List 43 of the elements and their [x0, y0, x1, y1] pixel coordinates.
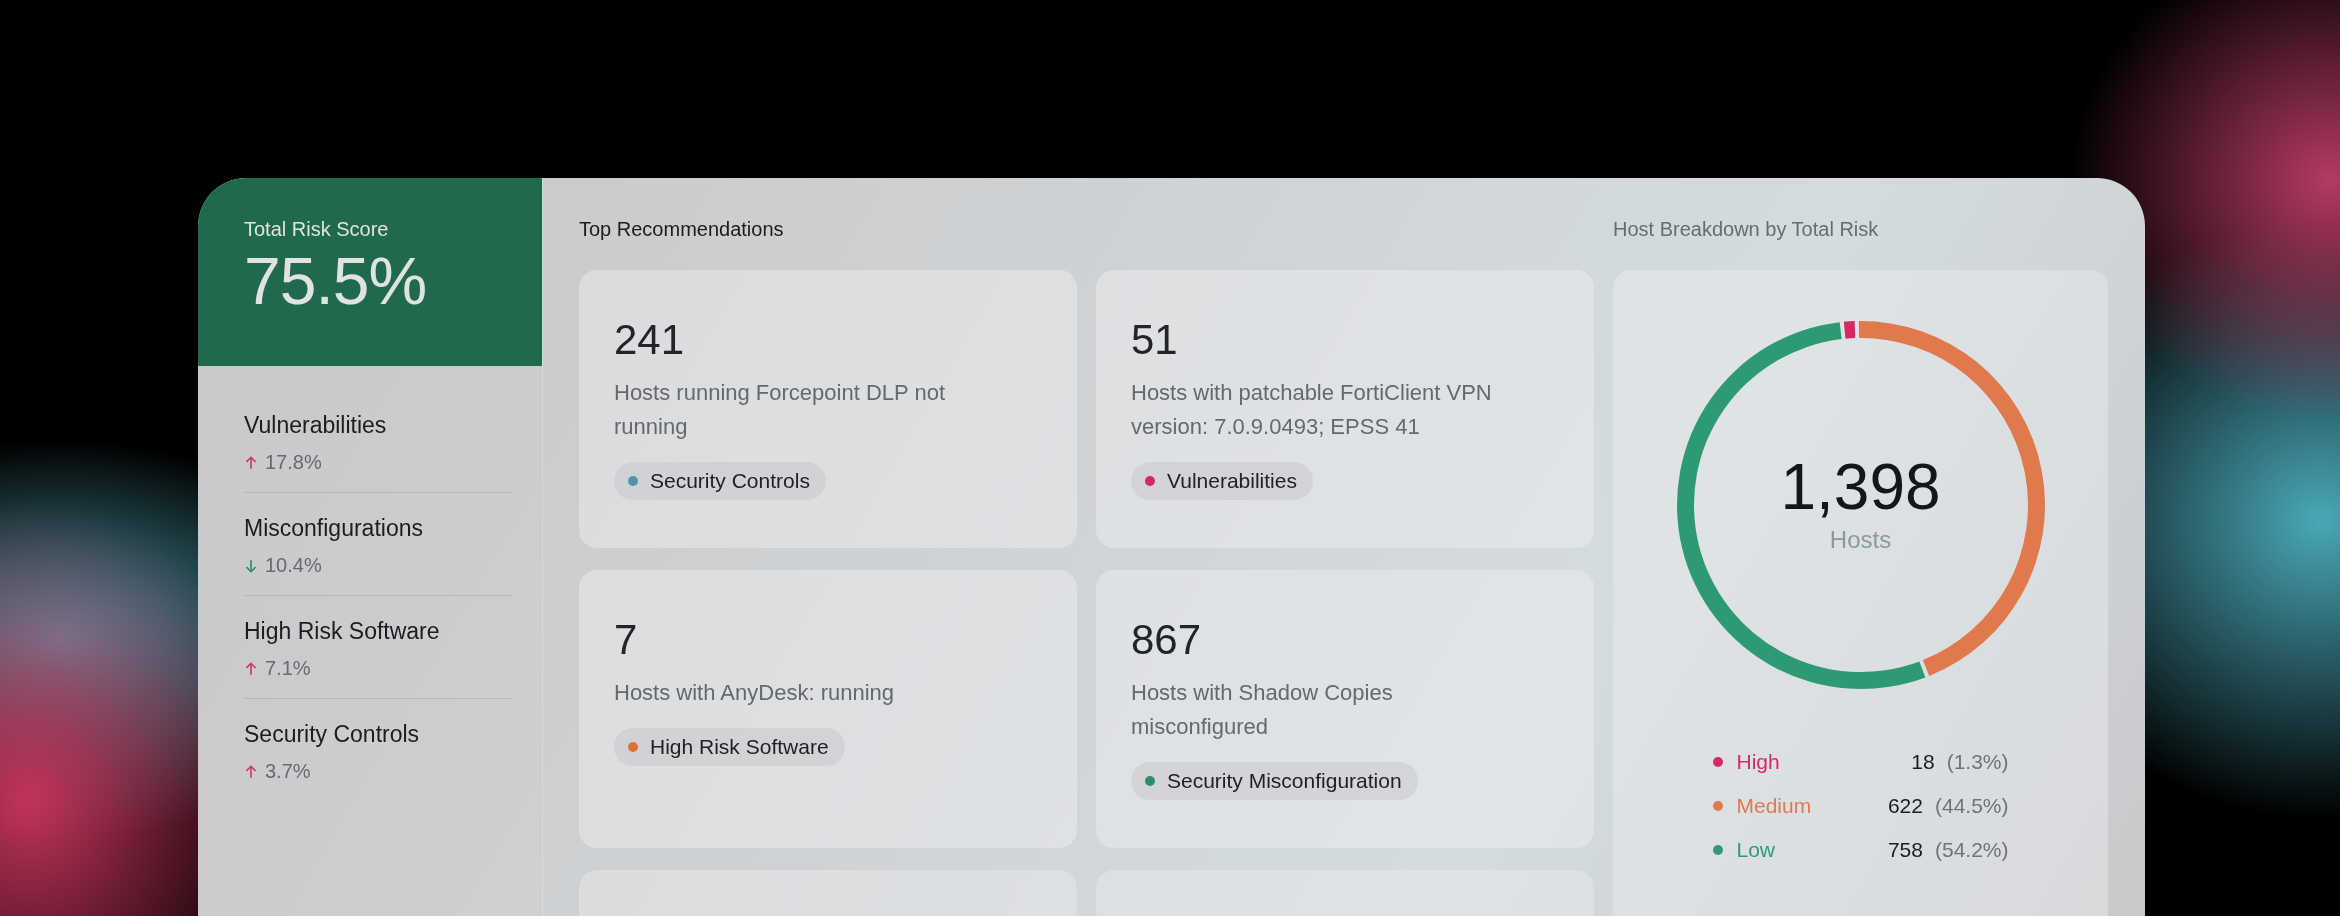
section-title: Top Recommendations: [579, 218, 784, 240]
host-count: 867: [1131, 616, 1202, 664]
change-value: 17.8%: [265, 451, 322, 474]
arrow-down-icon: [244, 557, 258, 574]
arrow-up-icon: [244, 763, 258, 780]
legend-percent: (54.2%): [1934, 838, 2009, 862]
legend-percent: (1.3%): [1946, 750, 2009, 774]
category-label: Security Controls: [244, 721, 420, 748]
recommendation-text: Hosts with Shadow Copies misconfigured: [1131, 679, 1394, 741]
recommendation-card[interactable]: 867 Hosts with Shadow Copies misconfigured Security Misconfiguration: [1096, 570, 1594, 848]
risk-score-value: 75.5%: [244, 243, 427, 319]
change-value: 3.7%: [265, 760, 311, 783]
legend-label: Low: [1736, 838, 1777, 862]
host-count: 7: [614, 616, 638, 664]
recommendation-text: Hosts with AnyDesk: running: [614, 679, 895, 707]
legend-label: Medium: [1736, 794, 1813, 818]
category-tag: Security Controls: [614, 462, 826, 500]
total-hosts-label: Hosts: [1829, 526, 1892, 554]
risk-score-label: Total Risk Score: [244, 218, 389, 241]
section-title: Host Breakdown by Total Risk: [1613, 218, 1879, 240]
recommendation-text: Hosts running Forcepoint DLP not running: [614, 379, 946, 441]
category-tag: High Risk Software: [614, 728, 845, 766]
change-value: 7.1%: [265, 657, 311, 680]
category-tag: Vulnerabilities: [1131, 462, 1313, 500]
recommendation-card[interactable]: 241 Hosts running Forcepoint DLP not running Security Controls: [579, 270, 1077, 548]
recommendation-card[interactable]: 7 Hosts with AnyDesk: running High Risk Software: [579, 570, 1077, 848]
category-tag: Security Misconfiguration: [1131, 762, 1418, 800]
legend-count: 18: [1911, 750, 1935, 774]
arrow-up-icon: [244, 660, 258, 677]
legend-count: 758: [1887, 838, 1923, 862]
legend-percent: (44.5%): [1934, 794, 2009, 818]
change-value: 10.4%: [265, 554, 322, 577]
category-label: Misconfigurations: [244, 515, 423, 542]
recommendation-card[interactable]: 51 Hosts with patchable FortiClient VPN version: 7.0.9.0493; EPSS 41 Vulnerabilities: [1096, 270, 1594, 548]
recommendation-text: Hosts with patchable FortiClient VPN version: 7.0.9.0493; EPSS 41: [1131, 379, 1493, 441]
category-label: High Risk Software: [244, 618, 440, 645]
category-label: Vulnerabilities: [244, 412, 387, 439]
legend-label: High: [1736, 750, 1781, 774]
host-count: 51: [1131, 316, 1178, 364]
arrow-up-icon: [244, 454, 258, 471]
legend-count: 622: [1887, 794, 1923, 818]
total-hosts-value: 1,398: [1780, 450, 1941, 524]
host-count: 241: [614, 316, 685, 364]
